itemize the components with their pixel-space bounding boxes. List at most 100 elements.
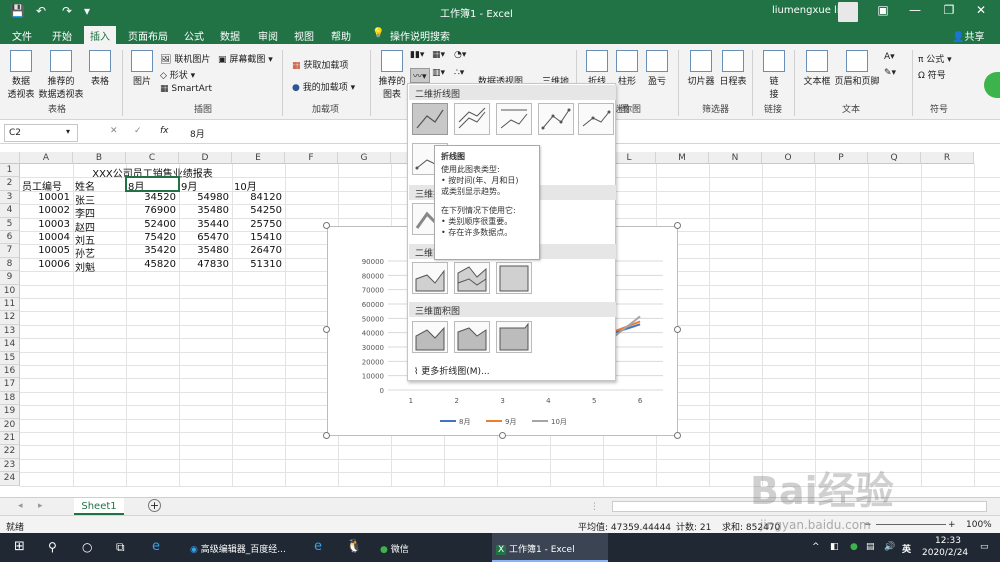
100-stacked-line-option[interactable] <box>496 103 532 135</box>
data-cell[interactable]: 75420 <box>126 232 176 243</box>
row-header[interactable]: 16 <box>0 365 20 379</box>
screenshot-button[interactable]: ▣ 屏幕截图 ▾ <box>218 52 273 65</box>
wordart-icon[interactable]: A▾ <box>884 52 895 62</box>
3d-100-area-option[interactable] <box>496 321 532 353</box>
row-header[interactable]: 4 <box>0 204 20 218</box>
tab-help[interactable]: 帮助 <box>331 28 351 43</box>
sheet-tab-sheet1[interactable]: Sheet1 <box>74 498 124 515</box>
row-header[interactable]: 9 <box>0 271 20 285</box>
data-cell[interactable]: 35420 <box>126 245 176 256</box>
data-cell[interactable]: 35480 <box>179 245 229 256</box>
line-chart-option[interactable] <box>412 103 448 135</box>
enter-icon[interactable]: ✓ <box>134 126 142 136</box>
picture-button[interactable]: 图片 <box>128 50 156 87</box>
zoom-slider[interactable] <box>876 524 946 525</box>
zoom-in-icon[interactable]: + <box>948 520 956 530</box>
row-header[interactable]: 22 <box>0 445 20 459</box>
column-header[interactable]: B <box>73 152 126 164</box>
data-cell[interactable]: 76900 <box>126 205 176 216</box>
column-header[interactable]: G <box>338 152 391 164</box>
column-header[interactable]: O <box>762 152 815 164</box>
data-cell[interactable]: 10004 <box>20 232 70 243</box>
input-method-icon[interactable]: 英 <box>898 533 915 562</box>
column-header[interactable]: M <box>656 152 709 164</box>
area-option[interactable] <box>412 262 448 294</box>
clock-time[interactable]: 12:33 <box>930 536 966 546</box>
sparkline-line-button[interactable]: 折线 <box>584 50 610 87</box>
data-cell[interactable]: 35480 <box>179 205 229 216</box>
tab-review[interactable]: 审阅 <box>258 28 278 43</box>
pivot-table-button[interactable]: 数据 透视表 <box>4 50 38 100</box>
row-header[interactable]: 3 <box>0 190 20 205</box>
task-view-icon[interactable]: ⧉ <box>112 533 129 562</box>
tab-insert[interactable]: 插入 <box>84 26 116 44</box>
data-cell[interactable]: 26470 <box>232 245 282 256</box>
recommended-pivot-button[interactable]: 推荐的 数据透视表 <box>38 50 84 100</box>
cortana-icon[interactable]: ○ <box>78 533 96 562</box>
insert-function-icon[interactable]: fx <box>160 126 169 136</box>
get-addins-button[interactable]: ▦ 获取加载项 <box>292 58 348 71</box>
row-header[interactable]: 2 <box>0 177 20 191</box>
formula-input[interactable]: 8月 <box>190 127 205 140</box>
tab-home[interactable]: 开始 <box>52 28 72 43</box>
qq-icon[interactable]: 🐧 <box>342 533 366 562</box>
taskbar-item-editor[interactable]: ◉ 高级编辑器_百度经... <box>186 533 306 562</box>
share-button[interactable]: 👤共享 <box>952 28 984 43</box>
stacked-area-option[interactable] <box>454 262 490 294</box>
data-cell[interactable]: 10001 <box>20 192 70 203</box>
resize-handle[interactable] <box>323 432 330 439</box>
sparkline-column-button[interactable]: 柱形 <box>614 50 640 87</box>
tray-security-icon[interactable]: ● <box>846 533 862 562</box>
hierarchy-chart-icon[interactable]: ▦▾ <box>432 50 445 60</box>
data-cell[interactable]: 65470 <box>179 232 229 243</box>
chevron-down-icon[interactable]: ▾ <box>66 127 70 136</box>
row-header[interactable]: 11 <box>0 298 20 312</box>
column-header[interactable]: Q <box>868 152 921 164</box>
ie-icon[interactable]: e <box>148 533 164 562</box>
line-markers-option[interactable] <box>538 103 574 135</box>
row-header[interactable]: 8 <box>0 257 20 272</box>
shapes-button[interactable]: ◇ 形状 ▾ <box>160 68 195 81</box>
data-cell[interactable]: 35440 <box>179 219 229 230</box>
data-cell[interactable]: 47830 <box>179 259 229 270</box>
row-header[interactable]: 21 <box>0 432 20 446</box>
data-cell[interactable]: 25750 <box>232 219 282 230</box>
equation-button[interactable]: π 公式 ▾ <box>918 52 952 65</box>
table-button[interactable]: 表格 <box>86 50 114 87</box>
row-header[interactable]: 1 <box>0 164 20 178</box>
timeline-button[interactable]: 日程表 <box>718 50 748 87</box>
tray-app-icon[interactable]: ◧ <box>826 533 843 562</box>
zoom-level[interactable]: 100% <box>966 520 992 530</box>
row-header[interactable]: 20 <box>0 418 20 432</box>
edge-icon[interactable]: e <box>310 533 326 562</box>
minimize-icon[interactable]: — <box>900 3 930 17</box>
taskbar-item-excel[interactable]: X 工作簿1 - Excel <box>492 533 608 562</box>
slicer-button[interactable]: 切片器 <box>686 50 716 87</box>
taskbar-item-wechat[interactable]: ● 微信 <box>376 533 486 562</box>
tab-view[interactable]: 视图 <box>294 28 314 43</box>
row-header[interactable]: 18 <box>0 391 20 406</box>
tab-formulas[interactable]: 公式 <box>184 28 204 43</box>
avatar[interactable] <box>838 2 858 22</box>
my-addins-button[interactable]: ● 我的加载项 ▾ <box>292 80 355 93</box>
line-chart-dropdown-icon[interactable]: 〰▾ <box>410 68 430 83</box>
column-header[interactable]: A <box>20 152 73 164</box>
add-sheet-icon[interactable]: + <box>148 499 161 512</box>
textbox-button[interactable]: 文本框 <box>800 50 834 87</box>
stacked-line-markers-option[interactable] <box>578 103 614 135</box>
ribbon-display-icon[interactable]: ▣ <box>868 3 898 17</box>
link-button[interactable]: 链 接 <box>760 50 788 100</box>
row-header[interactable]: 19 <box>0 405 20 419</box>
row-header[interactable]: 7 <box>0 244 20 258</box>
tray-up-icon[interactable]: ^ <box>808 533 824 562</box>
restore-icon[interactable]: ❐ <box>934 3 964 17</box>
data-cell[interactable]: 刘魁 <box>75 259 95 274</box>
3d-stacked-area-option[interactable] <box>454 321 490 353</box>
row-header[interactable]: 17 <box>0 378 20 392</box>
row-header[interactable]: 24 <box>0 472 20 486</box>
search-icon[interactable]: ⚲ <box>44 533 61 562</box>
scatter-chart-icon[interactable]: ∴▾ <box>454 68 464 78</box>
column-header[interactable]: N <box>709 152 762 164</box>
row-header[interactable]: 6 <box>0 231 20 245</box>
column-header[interactable]: E <box>232 152 285 164</box>
